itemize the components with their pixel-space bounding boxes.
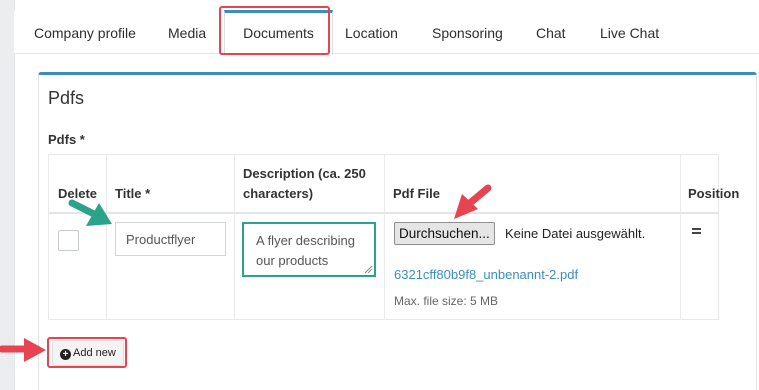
column-divider <box>384 155 385 319</box>
column-divider <box>680 155 681 319</box>
header-description-line1: Description (ca. 250 <box>243 166 366 181</box>
title-input[interactable] <box>115 222 226 256</box>
file-status-text: Keine Datei ausgewählt. <box>505 226 646 241</box>
drag-handle-icon[interactable] <box>692 228 701 235</box>
add-new-label: Add new <box>73 347 116 359</box>
header-title: Title * <box>115 186 151 201</box>
resize-grip-icon[interactable] <box>363 264 373 274</box>
tab-company-profile[interactable]: Company profile <box>34 10 136 54</box>
tab-bar: Company profile Media Documents Location… <box>14 10 759 55</box>
tab-live-chat[interactable]: Live Chat <box>600 10 659 54</box>
browse-file-button[interactable]: Durchsuchen... <box>394 222 495 245</box>
tab-sponsoring[interactable]: Sponsoring <box>432 10 503 54</box>
pdfs-box: Pdfs Pdfs * Delete Title * Description (… <box>38 72 757 390</box>
delete-checkbox[interactable] <box>58 230 79 251</box>
column-divider <box>234 155 235 319</box>
description-text: A flyer describing our products <box>256 233 355 268</box>
plus-circle-icon: + <box>60 349 71 360</box>
header-delete: Delete <box>58 186 98 201</box>
max-file-size-hint: Max. file size: 5 MB <box>394 294 499 308</box>
header-pdf-file: Pdf File <box>393 186 440 201</box>
tab-location[interactable]: Location <box>345 10 398 54</box>
pdf-table: Delete Title * Description (ca. 250 char… <box>48 154 739 320</box>
description-textarea[interactable]: A flyer describing our products <box>242 222 376 277</box>
uploaded-file-link[interactable]: 6321cff80b9f8_unbenannt-2.pdf <box>394 267 578 282</box>
column-divider <box>106 155 107 319</box>
header-divider <box>49 212 718 214</box>
box-title: Pdfs <box>48 88 85 108</box>
header-description-line2: characters) <box>243 186 314 201</box>
add-new-button[interactable]: + Add new <box>52 340 124 366</box>
pdfs-field-label: Pdfs * <box>48 132 85 147</box>
header-position: Position <box>688 186 740 201</box>
tab-chat[interactable]: Chat <box>536 10 566 54</box>
tab-media[interactable]: Media <box>168 10 206 54</box>
tab-documents[interactable]: Documents <box>224 10 333 55</box>
